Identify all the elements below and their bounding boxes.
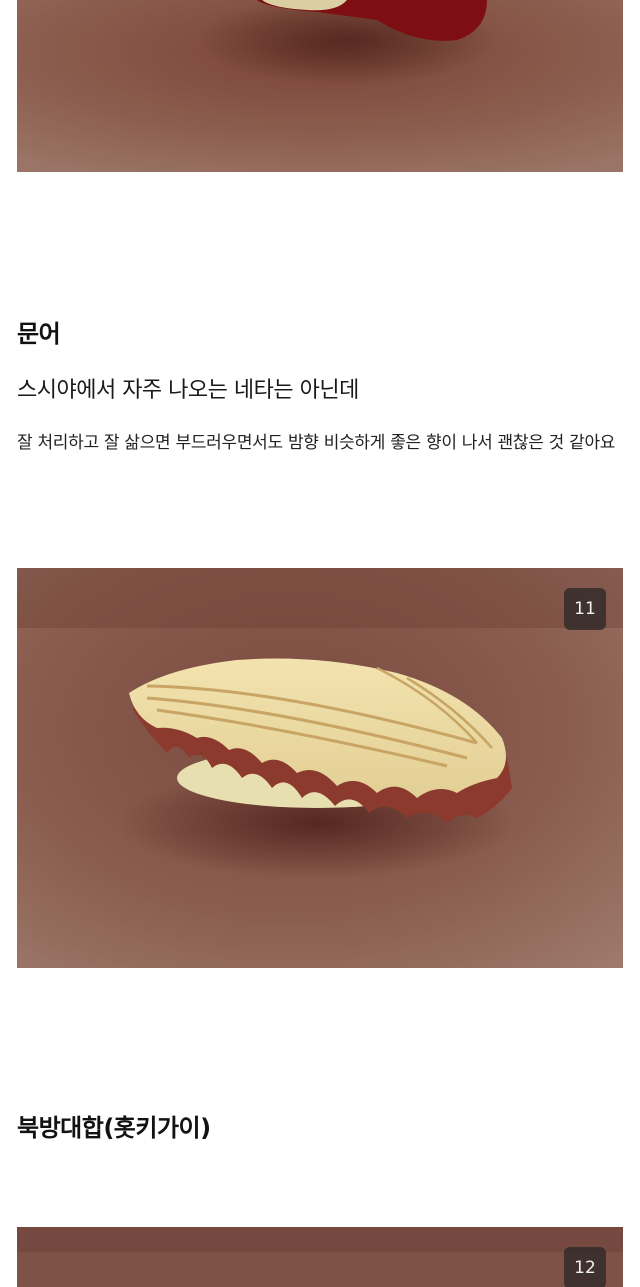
surf-clam-photo[interactable]: 12 bbox=[17, 1227, 623, 1287]
section-title-surf-clam: 북방대합(홋키가이) bbox=[17, 1114, 211, 1142]
section-subtitle-octopus: 스시야에서 자주 나오는 네타는 아닌데 bbox=[17, 378, 359, 403]
octopus-nigiri-image bbox=[17, 568, 623, 968]
image-counter-badge: 12 bbox=[564, 1247, 606, 1287]
tuna-nigiri-image bbox=[17, 0, 623, 172]
section-title-octopus: 문어 bbox=[17, 320, 61, 348]
image-counter-badge: 11 bbox=[564, 588, 606, 630]
section-description-octopus: 잘 처리하고 잘 삶으면 부드러우면서도 밤향 비슷하게 좋은 향이 나서 괜찮… bbox=[17, 433, 616, 453]
octopus-nigiri-photo[interactable]: 11 bbox=[17, 568, 623, 968]
surf-clam-image bbox=[17, 1227, 623, 1287]
tuna-nigiri-photo[interactable] bbox=[17, 0, 623, 172]
